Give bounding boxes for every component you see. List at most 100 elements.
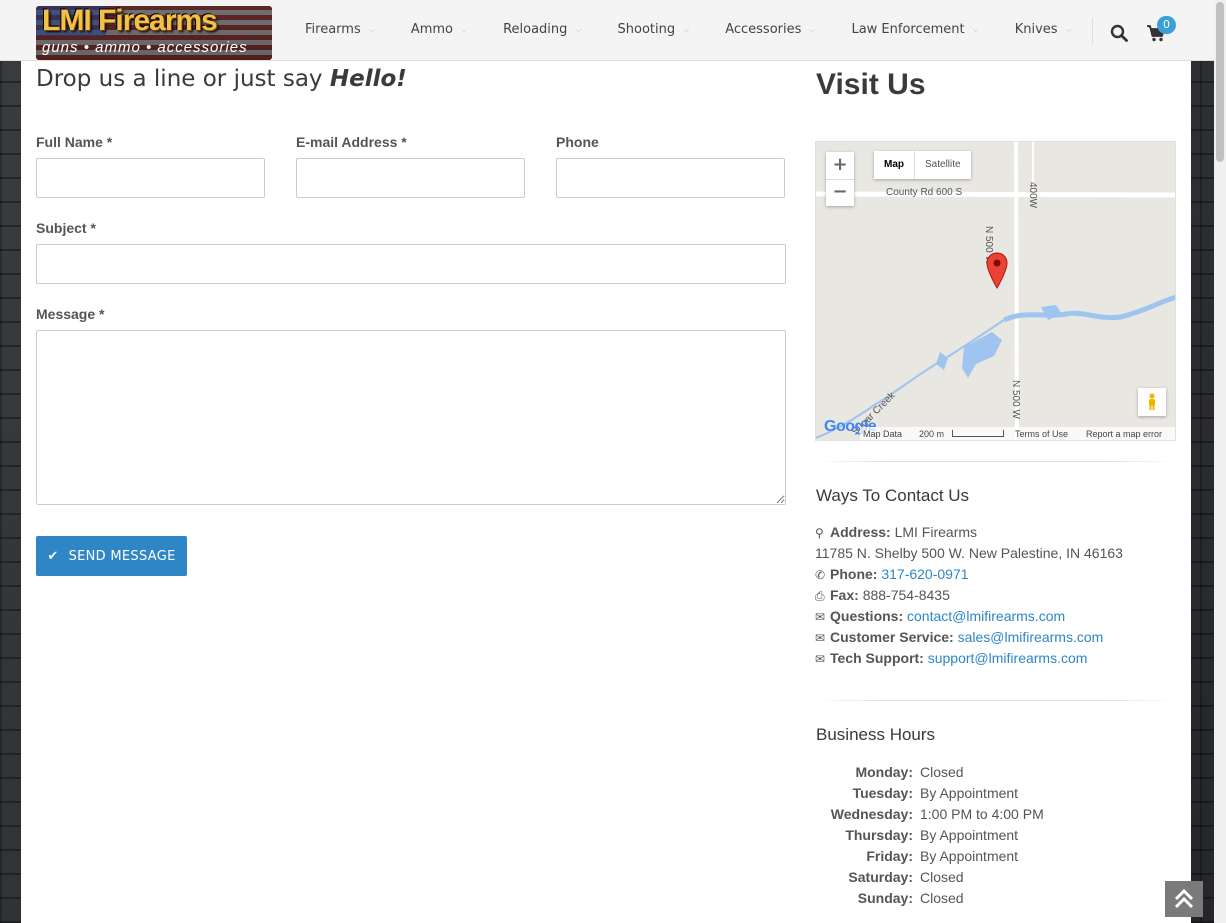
fax-icon: ⎙: [815, 589, 825, 603]
hours-day: Thursday:: [845, 827, 913, 843]
envelope-icon: ✉: [815, 631, 826, 645]
address-name: LMI Firearms: [894, 524, 978, 540]
map-scale-bar: [952, 430, 1004, 437]
tech-support-email-link[interactable]: support@lmifirearms.com: [928, 650, 1088, 666]
phone-label: Phone:: [830, 566, 878, 582]
chevron-down-icon: ⌵: [683, 24, 690, 34]
form-heading-emphasis: Hello!: [329, 66, 407, 92]
map-type-map-button[interactable]: Map: [874, 151, 914, 179]
nav-item-shooting[interactable]: Shooting ⌵: [618, 22, 690, 37]
questions-label: Questions:: [830, 608, 904, 624]
map-road-label: N 500 W: [1010, 380, 1021, 419]
contact-phone: ✆ Phone: 317-620-0971: [815, 566, 969, 582]
full-name-input[interactable]: [36, 158, 265, 198]
contact-questions: ✉ Questions: contact@lmifirearms.com: [815, 608, 1065, 624]
hours-day: Wednesday:: [830, 806, 913, 822]
phone-label: Phone: [556, 134, 599, 150]
hours-value: Closed: [920, 764, 964, 780]
message-label: Message *: [36, 306, 105, 322]
nav-item-label: Firearms: [305, 22, 361, 37]
address-label: Address:: [830, 524, 891, 540]
street-view-pegman-icon[interactable]: [1138, 388, 1166, 416]
page-scrollbar-thumb[interactable]: [1216, 2, 1224, 162]
nav-item-reloading[interactable]: Reloading ⌵: [503, 22, 581, 37]
hours-value: By Appointment: [920, 827, 1019, 843]
site-header: LMI Firearms guns • ammo • accessories F…: [0, 0, 1226, 61]
customer-service-email-link[interactable]: sales@lmifirearms.com: [958, 629, 1104, 645]
nav-item-label: Shooting: [617, 22, 676, 37]
map-data-link[interactable]: Map Data: [863, 429, 902, 439]
hours-value: Closed: [920, 890, 964, 906]
chevron-down-icon: ⌵: [972, 24, 979, 34]
nav-item-knives[interactable]: Knives ⌵: [1015, 22, 1072, 37]
phone-link[interactable]: 317-620-0971: [881, 566, 968, 582]
full-name-label: Full Name *: [36, 134, 113, 150]
map-road-label: 400W: [1027, 182, 1038, 209]
hours-value: Closed: [920, 869, 964, 885]
chevron-down-icon: ⌵: [1065, 24, 1072, 34]
map-zoom-in-button[interactable]: +: [826, 152, 854, 180]
hours-day: Friday:: [866, 848, 913, 864]
phone-icon: ✆: [815, 568, 826, 582]
hours-day: Monday:: [855, 764, 913, 780]
location-map[interactable]: + − Map Satellite County Rd 600 S N 500 …: [815, 141, 1176, 441]
message-textarea[interactable]: [36, 330, 786, 505]
chevron-down-icon: ⌵: [461, 24, 468, 34]
contact-customer-service: ✉ Customer Service: sales@lmifirearms.com: [815, 629, 1103, 645]
map-type-control: Map Satellite: [874, 151, 971, 179]
form-heading: Drop us a line or just say Hello!: [36, 66, 407, 92]
email-input[interactable]: [296, 158, 525, 198]
double-chevron-up-icon: [1174, 888, 1194, 909]
logo-tagline: guns • ammo • accessories: [42, 39, 248, 56]
section-divider: [815, 461, 1176, 462]
map-report-link[interactable]: Report a map error: [1086, 429, 1162, 439]
nav-item-ammo[interactable]: Ammo ⌵: [411, 22, 467, 37]
map-zoom-controls: + −: [826, 152, 854, 206]
map-type-satellite-button[interactable]: Satellite: [914, 151, 971, 179]
nav-item-accessories[interactable]: Accessories ⌵: [725, 22, 815, 37]
hours-day: Sunday:: [857, 890, 913, 906]
section-divider: [815, 700, 1176, 701]
envelope-icon: ✉: [815, 652, 826, 666]
form-heading-prefix: Drop us a line or just say: [36, 66, 330, 92]
subject-label: Subject *: [36, 220, 96, 236]
subject-input[interactable]: [36, 244, 786, 284]
chevron-down-icon: ⌵: [368, 24, 375, 34]
hours-value: 1:00 PM to 4:00 PM: [920, 806, 1044, 822]
map-scale-label: 200 m: [919, 429, 945, 439]
nav-item-firearms[interactable]: Firearms ⌵: [305, 22, 375, 37]
envelope-icon: ✉: [815, 610, 826, 624]
nav-item-law-enforcement[interactable]: Law Enforcement ⌵: [851, 22, 978, 37]
nav-item-label: Reloading: [503, 22, 568, 37]
hours-value: By Appointment: [920, 848, 1019, 864]
search-icon[interactable]: [1110, 24, 1128, 42]
send-message-button[interactable]: ✔ SEND MESSAGE: [36, 536, 187, 576]
contact-tech-support: ✉ Tech Support: support@lmifirearms.com: [815, 650, 1087, 666]
logo-title: LMI Firearms: [42, 6, 218, 37]
nav-item-label: Ammo: [410, 22, 453, 37]
contact-fax: ⎙ Fax: 888-754-8435: [815, 587, 950, 604]
nav-item-label: Law Enforcement: [851, 22, 965, 37]
map-road-label: County Rd 600 S: [886, 187, 963, 198]
tech-support-label: Tech Support:: [830, 650, 924, 666]
visit-heading: Visit Us: [816, 68, 926, 101]
phone-input[interactable]: [556, 158, 785, 198]
chevron-down-icon: ⌵: [575, 24, 582, 34]
chevron-down-icon: ⌵: [809, 24, 816, 34]
send-message-label: SEND MESSAGE: [68, 548, 176, 564]
fax-value: 888-754-8435: [862, 587, 950, 603]
scroll-to-top-button[interactable]: [1165, 881, 1203, 917]
map-canvas: [816, 142, 1175, 440]
questions-email-link[interactable]: contact@lmifirearms.com: [907, 608, 1065, 624]
map-terms-link[interactable]: Terms of Use: [1015, 429, 1068, 439]
map-marker-icon: ⚲: [815, 526, 824, 540]
address-line: 11785 N. Shelby 500 W. New Palestine, IN…: [815, 545, 1123, 561]
site-logo[interactable]: LMI Firearms guns • ammo • accessories: [36, 6, 272, 60]
nav-item-label: Accessories: [725, 22, 802, 37]
header-divider: [1092, 18, 1093, 44]
map-zoom-out-button[interactable]: −: [826, 180, 854, 206]
map-pin-icon[interactable]: [986, 252, 1008, 290]
map-footer-bar: Map Data 200 m Terms of Use Report a map…: [860, 427, 1175, 440]
email-label: E-mail Address *: [296, 134, 407, 150]
cart-count-badge[interactable]: 0: [1157, 16, 1176, 34]
